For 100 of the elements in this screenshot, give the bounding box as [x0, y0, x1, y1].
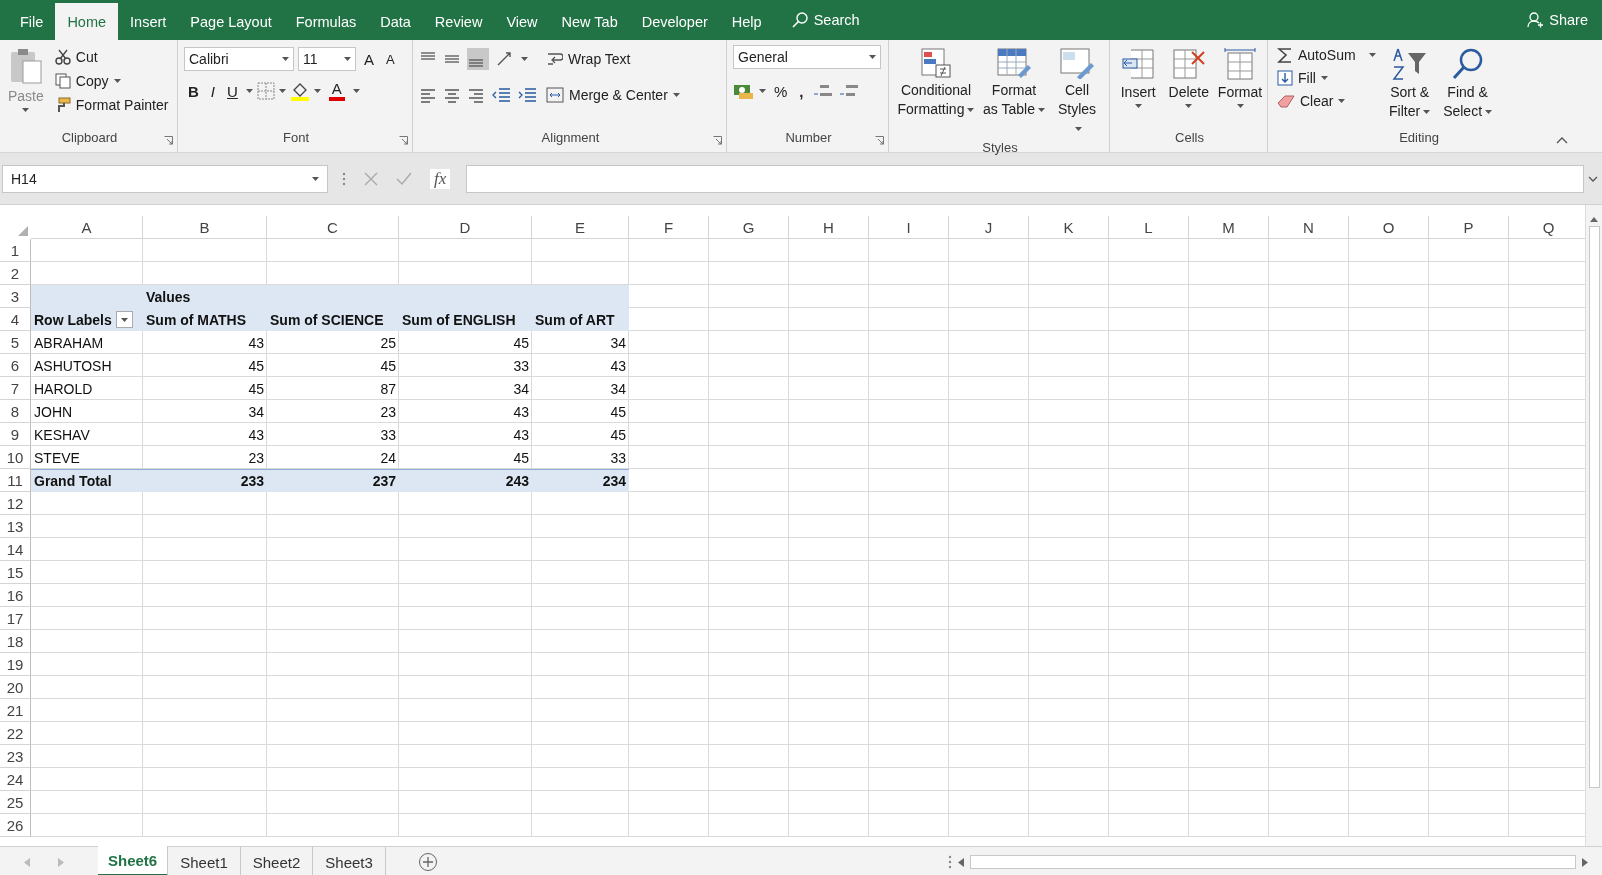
scroll-left-icon[interactable] [958, 857, 964, 867]
column-header[interactable]: M [1189, 216, 1269, 239]
row-header[interactable]: 14 [0, 538, 31, 561]
italic-button[interactable]: I [206, 82, 219, 100]
row-header[interactable]: 5 [0, 331, 31, 354]
column-header[interactable]: K [1029, 216, 1109, 239]
column-header[interactable]: I [869, 216, 949, 239]
caret-icon[interactable] [282, 57, 289, 61]
fill-button[interactable]: Fill [1274, 68, 1379, 88]
ribbon-tab[interactable]: Home [55, 3, 119, 40]
caret-icon[interactable] [1185, 104, 1193, 108]
column-header[interactable]: J [949, 216, 1029, 239]
caret-icon[interactable] [278, 89, 286, 93]
column-header[interactable]: F [629, 216, 709, 239]
ribbon-tab[interactable]: Page Layout [178, 3, 284, 40]
dialog-launcher-icon[interactable] [875, 136, 884, 145]
row-header[interactable]: 1 [0, 239, 31, 262]
align-left-icon[interactable] [419, 86, 437, 104]
row-header[interactable]: 17 [0, 607, 31, 630]
collapse-ribbon-icon[interactable] [1556, 136, 1568, 144]
row-header[interactable]: 7 [0, 377, 31, 400]
ribbon-tab[interactable]: View [494, 3, 550, 40]
format-painter-button[interactable]: Format Painter [51, 95, 172, 115]
row-header[interactable]: 9 [0, 423, 31, 446]
row-header[interactable]: 16 [0, 584, 31, 607]
caret-icon[interactable] [1075, 127, 1082, 132]
font-size-field[interactable]: 11 [298, 47, 356, 71]
caret-icon[interactable] [521, 57, 528, 61]
sheet-tab[interactable]: Sheet3 [313, 847, 386, 875]
font-name-field[interactable]: Calibri [184, 47, 294, 71]
caret-icon[interactable] [352, 89, 360, 93]
grow-font-button[interactable]: A [360, 50, 378, 68]
caret-icon[interactable] [672, 93, 680, 97]
row-header[interactable]: 18 [0, 630, 31, 653]
column-header[interactable]: L [1109, 216, 1189, 239]
find-select-button[interactable]: Find & Select [1440, 45, 1495, 130]
horizontal-scrollbar[interactable] [970, 855, 1576, 869]
caret-icon[interactable] [344, 57, 351, 61]
cut-button[interactable]: Cut [51, 47, 172, 67]
row-header[interactable]: 20 [0, 676, 31, 699]
row-header[interactable]: 6 [0, 354, 31, 377]
merge-center-button[interactable]: Merge & Center [543, 85, 683, 105]
sort-filter-button[interactable]: Sort & Filter [1382, 45, 1437, 130]
comma-button[interactable]: , [795, 82, 808, 100]
caret-icon[interactable] [1134, 104, 1142, 108]
enter-check-icon[interactable] [396, 171, 412, 186]
row-header[interactable]: 22 [0, 722, 31, 745]
row-header[interactable]: 11 [0, 469, 31, 492]
caret-icon[interactable] [967, 108, 975, 113]
expand-formula-icon[interactable] [1588, 175, 1598, 182]
formula-input[interactable] [466, 164, 1584, 193]
row-header[interactable]: 21 [0, 699, 31, 722]
row-header[interactable]: 10 [0, 446, 31, 469]
column-header[interactable]: D [399, 216, 532, 239]
caret-icon[interactable] [1423, 110, 1431, 115]
underline-button[interactable]: U [223, 82, 242, 100]
increase-indent-icon[interactable] [517, 86, 537, 104]
caret-icon[interactable] [313, 89, 321, 93]
decrease-indent-icon[interactable] [491, 86, 511, 104]
format-as-table-button[interactable]: Format as Table [981, 45, 1047, 140]
wrap-text-button[interactable]: Wrap Text [544, 49, 634, 69]
column-header[interactable]: C [267, 216, 399, 239]
sheet-tab[interactable]: Sheet2 [240, 847, 314, 875]
ribbon-tab[interactable]: Review [422, 3, 495, 40]
ribbon-tab[interactable]: Developer [629, 3, 720, 40]
row-header[interactable]: 3 [0, 285, 31, 308]
scroll-right-icon[interactable] [1582, 857, 1588, 867]
insert-cells-button[interactable]: Insert [1116, 45, 1161, 130]
currency-icon[interactable] [733, 82, 755, 100]
caret-icon[interactable] [869, 55, 876, 59]
row-header[interactable]: 12 [0, 492, 31, 515]
row-header[interactable]: 13 [0, 515, 31, 538]
name-box[interactable]: H14 [2, 164, 328, 193]
row-header[interactable]: 26 [0, 814, 31, 837]
scroll-up-icon[interactable] [1590, 217, 1598, 222]
caret-icon[interactable] [1485, 110, 1493, 115]
conditional-formatting-button[interactable]: Conditional Formatting [895, 45, 977, 140]
column-header[interactable]: O [1349, 216, 1429, 239]
vertical-scrollbar[interactable] [1585, 205, 1602, 846]
row-header[interactable]: 19 [0, 653, 31, 676]
row-header[interactable]: 15 [0, 561, 31, 584]
row-header[interactable]: 25 [0, 791, 31, 814]
dialog-launcher-icon[interactable] [164, 136, 173, 145]
bold-button[interactable]: B [184, 82, 203, 100]
share-button[interactable]: Share [1513, 0, 1602, 40]
copy-button[interactable]: Copy [51, 71, 172, 91]
caret-icon[interactable] [1368, 53, 1376, 57]
row-header[interactable]: 23 [0, 745, 31, 768]
insert-function-button[interactable]: fx [430, 168, 451, 189]
autosum-button[interactable]: AutoSum [1274, 45, 1379, 65]
column-header[interactable]: P [1429, 216, 1509, 239]
filter-dropdown-icon[interactable] [115, 311, 133, 328]
caret-icon[interactable] [312, 176, 319, 181]
percent-button[interactable]: % [770, 82, 792, 100]
number-format-field[interactable]: General [733, 45, 881, 69]
dialog-launcher-icon[interactable] [713, 136, 722, 145]
ribbon-tab[interactable]: New Tab [549, 3, 630, 40]
clear-button[interactable]: Clear [1274, 91, 1379, 111]
caret-icon[interactable] [245, 89, 253, 93]
font-color-button[interactable]: A [324, 81, 349, 101]
